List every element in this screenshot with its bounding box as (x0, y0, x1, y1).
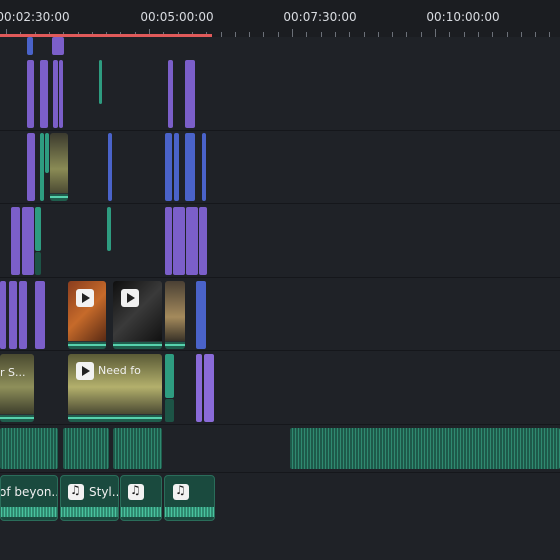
track-divider (0, 203, 560, 204)
track-divider (0, 424, 560, 425)
timeline-clip[interactable] (35, 207, 41, 251)
timeline-clip[interactable] (165, 207, 172, 275)
ruler-tick (321, 32, 322, 37)
timeline-clip[interactable] (165, 399, 174, 422)
timeline-clip[interactable] (53, 60, 58, 128)
timecode-label: 00:05:00:00 (140, 10, 214, 24)
music-clip[interactable]: of beyon... (0, 475, 58, 521)
timeline-clip[interactable] (40, 133, 44, 201)
timeline-clip[interactable] (168, 60, 173, 128)
music-clip-title: of beyon... (0, 485, 58, 499)
ruler-tick (392, 32, 393, 37)
play-icon (76, 362, 94, 380)
timeline-clip[interactable] (11, 207, 20, 275)
timeline-clip[interactable] (186, 207, 198, 275)
ruler-tick (464, 32, 465, 37)
timeline-clip[interactable] (185, 133, 195, 201)
clip-title: Need fo (98, 364, 141, 377)
timeline-clip[interactable] (19, 281, 27, 349)
timeline-clip[interactable] (174, 133, 179, 201)
video-clip-thumbnail[interactable] (68, 281, 106, 349)
timeline-clip[interactable] (107, 207, 111, 251)
timeline-clip[interactable] (52, 37, 64, 55)
timecode-label: 00:02:30:00 (0, 10, 70, 24)
timeline-clip[interactable] (22, 207, 34, 275)
timeline-clip[interactable] (0, 281, 6, 349)
ruler-tick (507, 32, 508, 37)
ruler-tick (478, 32, 479, 37)
timecode-label: 00:07:30:00 (283, 10, 357, 24)
ruler-tick (221, 32, 222, 37)
timeline-clip[interactable] (45, 133, 49, 173)
music-clip[interactable]: Styl... (60, 475, 119, 521)
video-clip-thumbnail[interactable]: Need fo (68, 354, 162, 422)
play-icon (121, 289, 139, 307)
ruler-tick (292, 29, 293, 37)
ruler-tick (235, 32, 236, 37)
timeline-clip[interactable] (35, 252, 41, 275)
music-note-icon (68, 483, 84, 500)
ruler-tick (406, 32, 407, 37)
timeline-clip[interactable] (202, 133, 206, 201)
ruler-tick (421, 32, 422, 37)
timeline-clip[interactable] (27, 60, 34, 128)
timeline-clip[interactable] (165, 133, 172, 201)
audio-clip-waveform[interactable] (0, 428, 58, 469)
music-clip[interactable] (120, 475, 162, 521)
video-clip-thumbnail[interactable] (165, 281, 185, 349)
ruler-tick (435, 29, 436, 37)
timeline-clip[interactable] (185, 60, 195, 128)
timeline-clip[interactable] (27, 37, 33, 55)
timeline-clip[interactable] (99, 60, 102, 104)
timeline-clip[interactable] (165, 354, 174, 398)
music-clip[interactable] (164, 475, 215, 521)
track-divider (0, 277, 560, 278)
ruler-tick (278, 32, 279, 37)
video-clip-thumbnail[interactable] (113, 281, 162, 349)
audio-clip-waveform[interactable] (63, 428, 109, 469)
music-note-icon (128, 483, 144, 500)
ruler-tick (306, 32, 307, 37)
timeline-panel: 00:02:30:00 00:05:00:00 00:07:30:00 00:1… (0, 0, 560, 560)
audio-clip-waveform[interactable] (290, 428, 560, 469)
timeline-clip[interactable] (196, 281, 206, 349)
track-divider (0, 472, 560, 473)
music-clip-title: Styl... (89, 485, 118, 499)
timeline-clip[interactable] (9, 281, 17, 349)
ruler-tick (535, 32, 536, 37)
clip-title: r S... (0, 366, 26, 379)
music-note-icon (173, 483, 189, 500)
ruler-tick (492, 32, 493, 37)
timeline-clip[interactable] (108, 133, 112, 201)
ruler-tick (249, 32, 250, 37)
ruler-tick (364, 32, 365, 37)
video-clip-thumbnail[interactable]: r S... (0, 354, 34, 422)
ruler-tick (549, 32, 550, 37)
timeline-clip[interactable] (59, 60, 63, 128)
ruler-tick (378, 32, 379, 37)
timeline-clip[interactable] (27, 133, 35, 201)
timecode-label: 00:10:00:00 (426, 10, 500, 24)
track-divider (0, 130, 560, 131)
timeline-clip[interactable] (199, 207, 207, 275)
video-clip-thumbnail[interactable] (50, 133, 68, 201)
timeline-clip[interactable] (173, 207, 185, 275)
audio-clip-waveform[interactable] (113, 428, 162, 469)
ruler-tick (263, 32, 264, 37)
ruler-tick (349, 32, 350, 37)
ruler-tick (521, 32, 522, 37)
ruler-tick (335, 32, 336, 37)
timeline-clip[interactable] (40, 60, 48, 128)
time-ruler[interactable]: 00:02:30:00 00:05:00:00 00:07:30:00 00:1… (0, 0, 560, 37)
timeline-clip[interactable] (204, 354, 214, 422)
track-divider (0, 350, 560, 351)
timeline-clip[interactable] (35, 281, 45, 349)
ruler-tick (449, 32, 450, 37)
timeline-clip[interactable] (196, 354, 202, 422)
play-icon (76, 289, 94, 307)
